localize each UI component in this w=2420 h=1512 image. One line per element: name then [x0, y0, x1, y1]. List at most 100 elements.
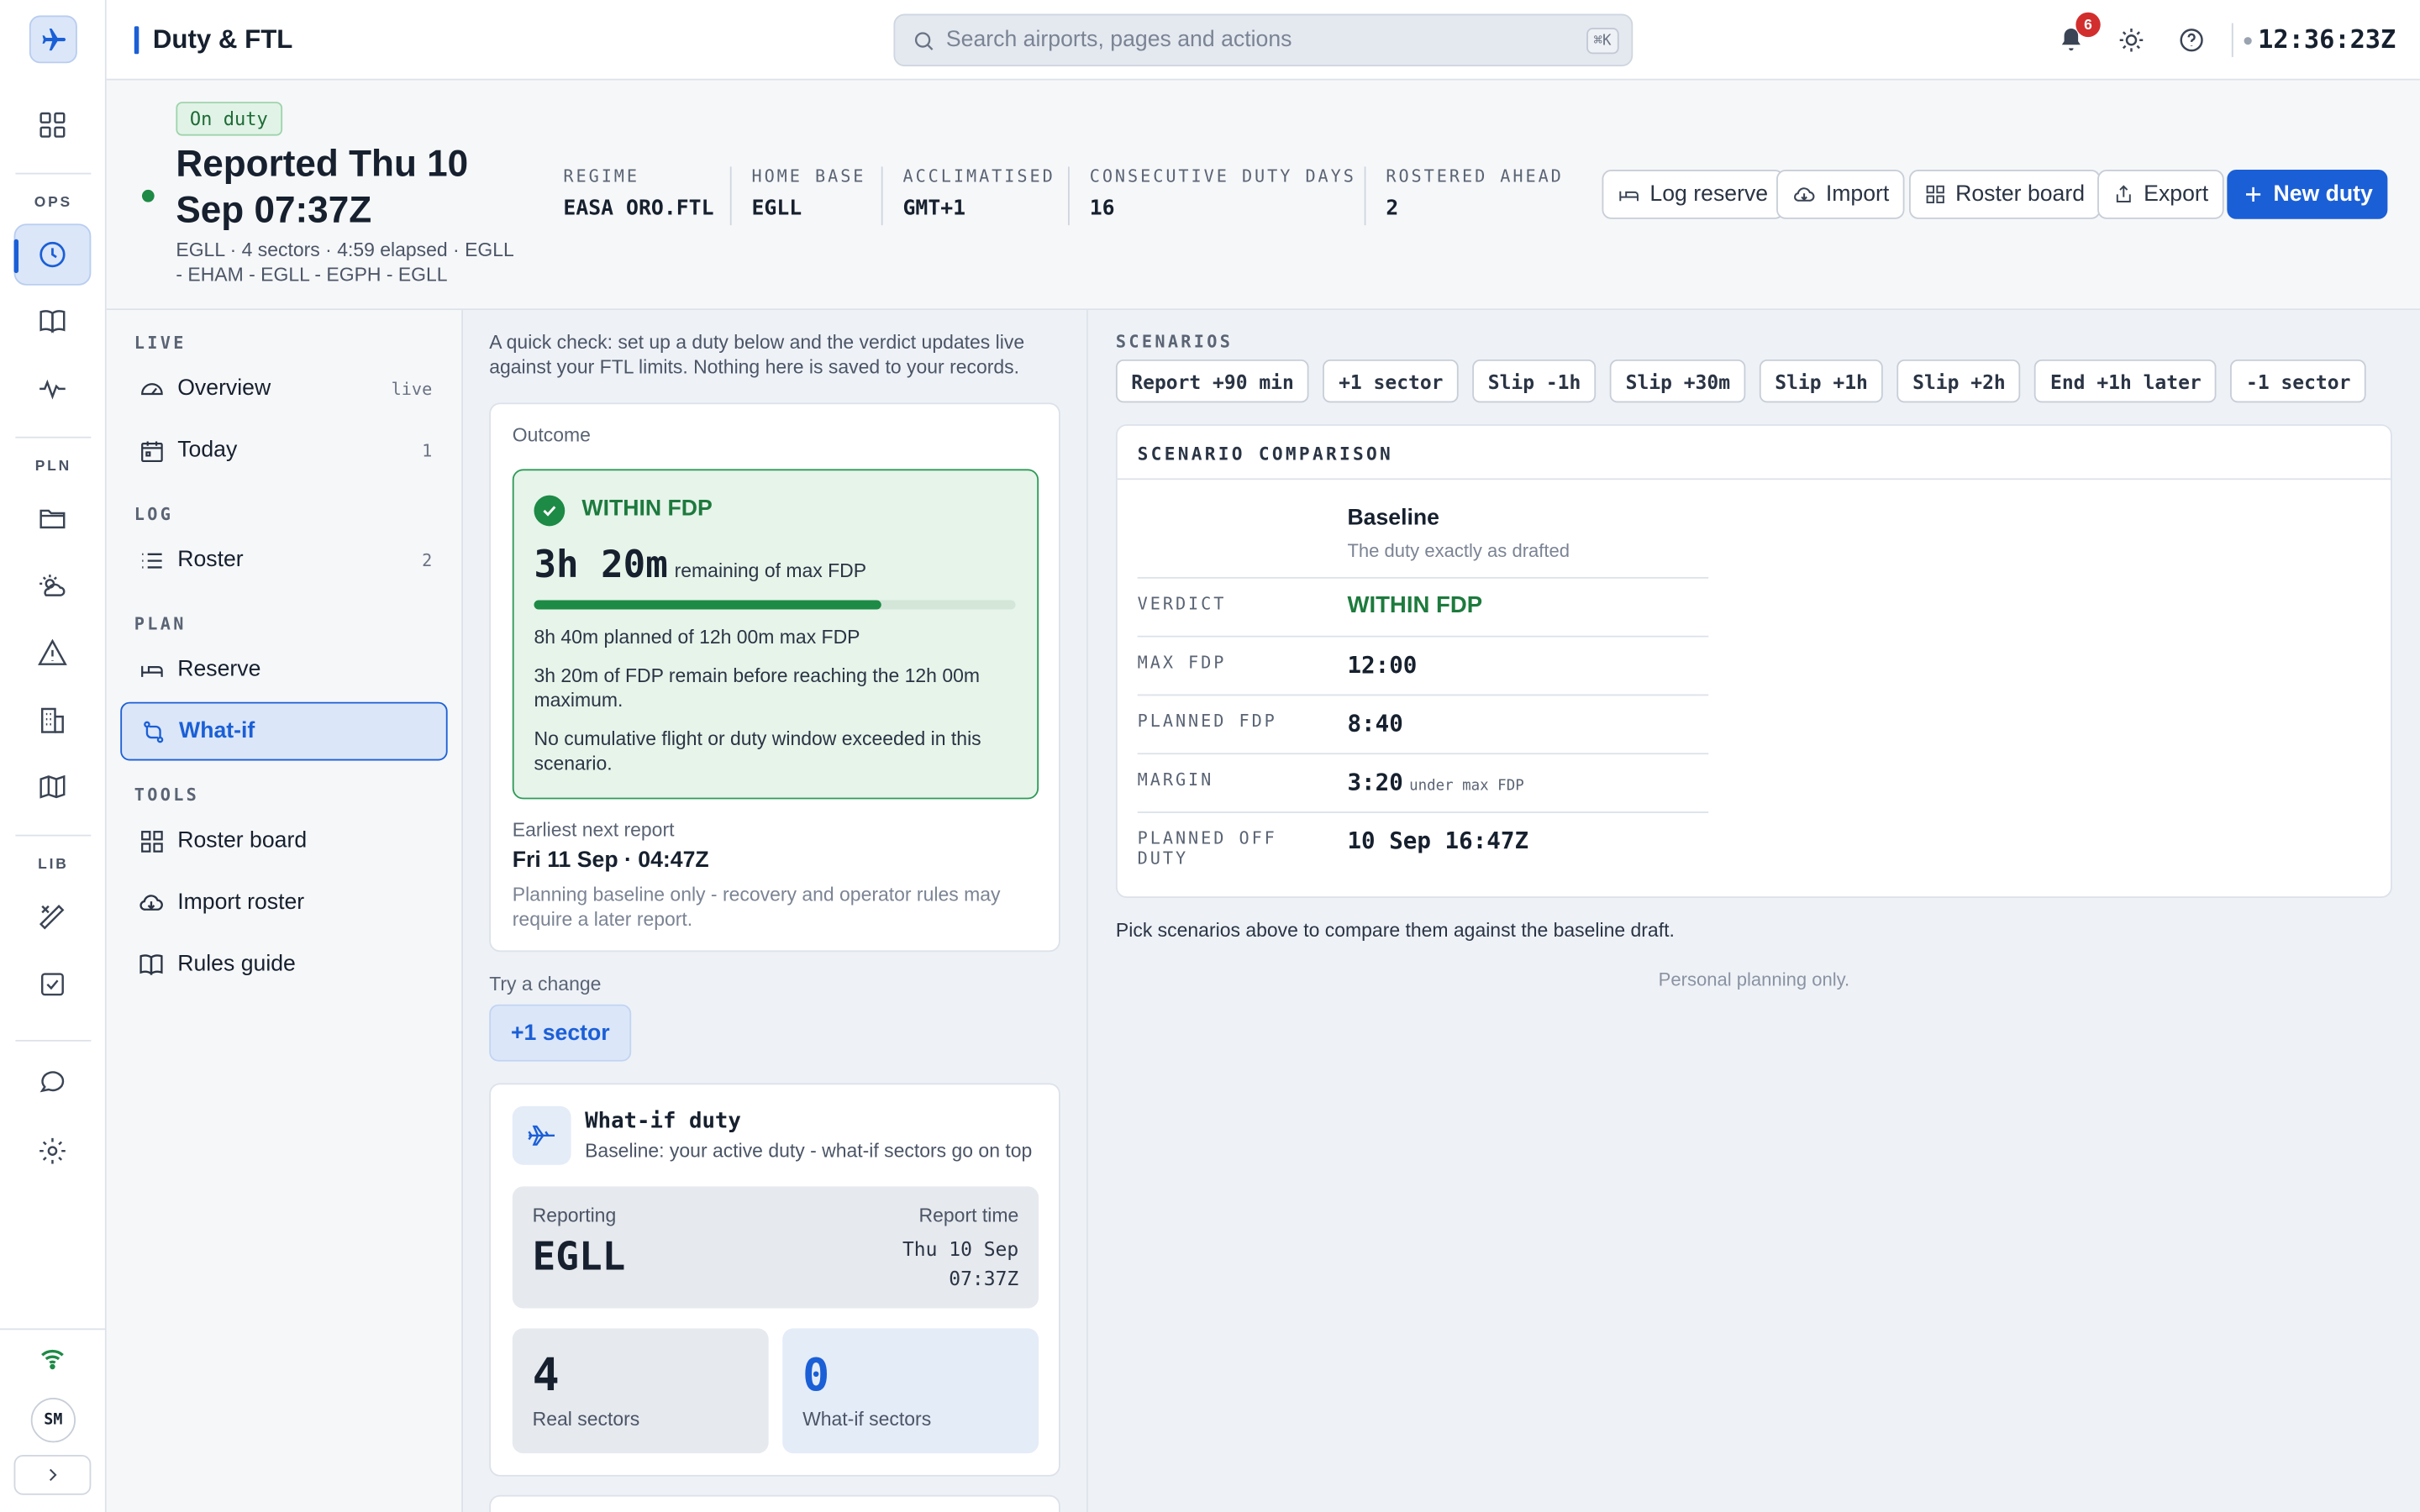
sidebar-item-overview[interactable]: Overview live: [120, 360, 447, 418]
settings-icon[interactable]: [22, 1120, 83, 1181]
chat-icon[interactable]: [22, 1053, 83, 1114]
status-badge: On duty: [176, 102, 282, 136]
folder-icon[interactable]: [22, 487, 83, 549]
row-key: MAX FDP: [1137, 652, 1227, 673]
duty-header: On duty Reported Thu 10 Sep 07:37Z EGLL …: [106, 80, 2420, 311]
sidebar-item-label: Import roster: [177, 890, 305, 916]
scenario-hint: Pick scenarios above to compare them aga…: [1115, 919, 1675, 942]
what-if-panel: A quick check: set up a duty below and t…: [463, 310, 1088, 1512]
real-sectors-label: Real sectors: [532, 1408, 640, 1431]
building-icon[interactable]: [22, 690, 83, 751]
sidebar-group-tools: TOOLS: [134, 785, 200, 806]
weather-icon[interactable]: [22, 555, 83, 617]
search-input[interactable]: Search airports, pages and actions ⌘K: [893, 13, 1634, 66]
footer-note: Personal planning only.: [1658, 969, 1850, 991]
roster-board-label: Roster board: [1955, 181, 2086, 207]
scenario-chip[interactable]: End +1h later: [2034, 359, 2217, 403]
roster-board-button[interactable]: Roster board: [1908, 170, 2101, 219]
report-time-date: Thu 10 Sep: [902, 1237, 1019, 1261]
add-sector-button[interactable]: +1 sector: [489, 1004, 632, 1062]
comparison-row-max-fdp: MAX FDP 12:00: [1137, 635, 1709, 695]
reporting-box: Reporting EGLL Report time Thu 10 Sep 07…: [512, 1186, 1039, 1309]
report-time-label: Report time: [918, 1205, 1019, 1227]
stat-value: EASA ORO.FTL: [563, 196, 714, 221]
row-value: 8:40: [1347, 709, 1403, 738]
sidebar-item-count: live: [391, 378, 433, 399]
rail-section-ops: OPS: [34, 194, 72, 212]
what-if-duty-card: What-if duty Baseline: your active duty …: [489, 1083, 1060, 1477]
margin-note: under max FDP: [1409, 777, 1524, 795]
next-card: [489, 1494, 1060, 1512]
book-icon: [137, 950, 165, 978]
scenarios-label: SCENARIOS: [1115, 331, 1234, 352]
export-label: Export: [2144, 181, 2209, 207]
row-key: PLANNED OFF DUTY: [1137, 828, 1277, 869]
status-dot: [141, 189, 155, 202]
search-icon: [914, 32, 934, 50]
sidebar-group-plan: PLAN: [134, 614, 187, 634]
stat-consecutive-days: CONSECUTIVE DUTY DAYS 16: [1067, 166, 1356, 226]
sidebar-item-rules-guide[interactable]: Rules guide: [120, 935, 447, 994]
stat-acclimatised: ACCLIMATISED GMT+1: [881, 166, 1055, 226]
sidebar-item-label: Overview: [177, 376, 271, 402]
duty-route: EGLL · 4 sectors · 4:59 elapsed · EGLL -…: [176, 239, 513, 286]
scenario-chip[interactable]: Slip +30m: [1610, 359, 1746, 403]
sidebar-group-log: LOG: [134, 504, 174, 525]
next-report-label: Earliest next report: [512, 819, 675, 842]
notification-badge: 6: [2075, 12, 2101, 38]
sidebar-item-import-roster[interactable]: Import roster: [120, 874, 447, 932]
scenario-chip[interactable]: +1 sector: [1323, 359, 1459, 403]
calendar-icon: [137, 437, 165, 465]
sidebar-item-roster-board[interactable]: Roster board: [120, 811, 447, 870]
sidebar-item-reserve[interactable]: Reserve: [120, 640, 447, 699]
gauge-icon: [137, 375, 165, 402]
log-reserve-button[interactable]: Log reserve: [1602, 170, 1784, 219]
avatar[interactable]: SM: [30, 1398, 76, 1443]
outcome-label: Outcome: [512, 424, 591, 446]
reporting-airport: EGLL: [532, 1234, 626, 1279]
help-icon[interactable]: [2173, 22, 2210, 59]
sidebar-group-live: LIVE: [134, 333, 187, 354]
row-value: 10 Sep 16:47Z: [1347, 827, 1529, 855]
what-if-duty-subtitle: Baseline: your active duty - what-if sec…: [585, 1140, 1033, 1163]
clock-icon[interactable]: [13, 223, 92, 286]
scenario-chip[interactable]: Report +90 min: [1115, 359, 1310, 403]
expand-sidebar-button[interactable]: [13, 1455, 92, 1495]
import-button[interactable]: Import: [1776, 170, 1905, 219]
next-report-value: Fri 11 Sep · 04:47Z: [512, 848, 709, 874]
margin-value: 3:20: [1347, 768, 1403, 796]
sidebar-item-roster[interactable]: Roster 2: [120, 531, 447, 590]
activity-icon[interactable]: [22, 358, 83, 419]
scenario-chip[interactable]: Slip +1h: [1759, 359, 1884, 403]
rail-section-lib: LIB: [38, 856, 69, 874]
sun-icon[interactable]: [2112, 22, 2149, 59]
search-shortcut: ⌘K: [1586, 28, 1619, 55]
scenario-chip[interactable]: -1 sector: [2230, 359, 2366, 403]
tools-icon[interactable]: [22, 885, 83, 947]
chevron-right-icon: [49, 1468, 57, 1482]
book-icon[interactable]: [22, 290, 83, 351]
sidebar-item-what-if[interactable]: What-if: [120, 701, 448, 761]
scenario-chip[interactable]: Slip +2h: [1897, 359, 2022, 403]
outcome-card: Outcome WITHIN FDP 3h 20m remaining of m…: [489, 402, 1060, 953]
new-duty-button[interactable]: New duty: [2227, 170, 2389, 219]
plane-icon[interactable]: [29, 15, 77, 64]
stat-label: ROSTERED AHEAD: [1386, 166, 1564, 187]
stat-label: ACCLIMATISED: [902, 166, 1055, 187]
stat-value: 2: [1386, 196, 1399, 221]
sidebar-item-today[interactable]: Today 1: [120, 421, 447, 480]
warning-icon[interactable]: [22, 622, 83, 683]
scenario-chips: Report +90 min +1 sector Slip -1h Slip +…: [1115, 359, 2366, 403]
sidebar-item-label: Reserve: [177, 657, 261, 682]
sidebar: LIVE Overview live Today 1 LOG Roster 2 …: [106, 310, 464, 1512]
dashboard-icon[interactable]: [22, 94, 83, 155]
try-change-label: Try a change: [489, 973, 602, 995]
stat-label: HOME BASE: [751, 166, 866, 187]
stat-home-base: HOME BASE EGLL: [729, 166, 866, 226]
export-button[interactable]: Export: [2097, 170, 2224, 219]
map-icon[interactable]: [22, 756, 83, 817]
sidebar-item-label: Roster board: [177, 828, 308, 853]
checkbox-icon[interactable]: [22, 953, 83, 1015]
stat-label: REGIME: [563, 166, 640, 187]
scenario-chip[interactable]: Slip -1h: [1472, 359, 1597, 403]
